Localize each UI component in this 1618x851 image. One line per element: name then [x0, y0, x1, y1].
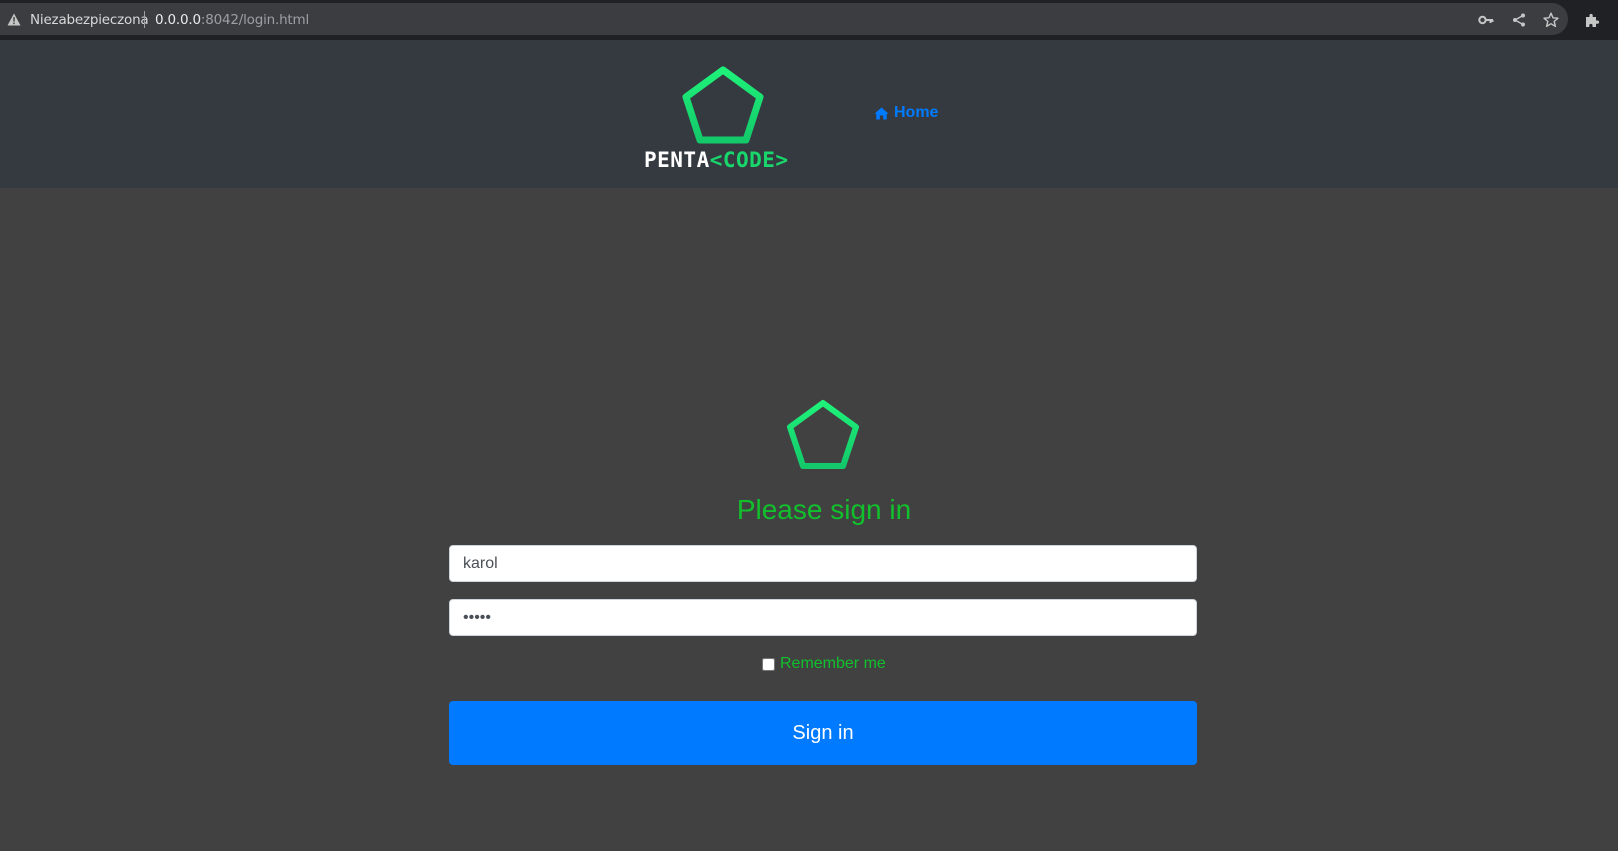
extensions-icon[interactable]: [1584, 12, 1600, 28]
logo-text: PENTA<CODE>: [644, 148, 789, 172]
address-separator: [144, 11, 145, 28]
page-title: Please sign in: [736, 494, 912, 525]
url-path: :8042/login.html: [200, 12, 310, 28]
browser-toolbar: Niezabezpieczona 0.0.0.0:8042/login.html: [0, 0, 1618, 40]
home-link-label: Home: [894, 104, 939, 121]
remember-me-option[interactable]: Remember me: [762, 655, 886, 673]
remember-me-checkbox[interactable]: [762, 657, 775, 671]
form-pentagon-icon: [787, 400, 859, 469]
username-input[interactable]: [449, 545, 1197, 582]
logo-text-code: <CODE>: [709, 148, 789, 172]
pentacode-logo[interactable]: PENTA<CODE>: [640, 64, 810, 182]
password-input[interactable]: [449, 599, 1197, 636]
url-host: 0.0.0.0: [155, 12, 201, 28]
logo-text-penta: PENTA: [644, 148, 710, 172]
remember-me-label[interactable]: Remember me: [780, 655, 886, 673]
home-nav-link[interactable]: Home: [874, 104, 938, 122]
warning-icon[interactable]: [7, 13, 21, 26]
home-icon: [874, 106, 889, 120]
key-icon[interactable]: [1478, 12, 1494, 28]
security-status-label[interactable]: Niezabezpieczona: [30, 12, 149, 28]
url-text[interactable]: 0.0.0.0:8042/login.html: [155, 12, 309, 28]
share-icon[interactable]: [1511, 12, 1527, 28]
address-bar[interactable]: Niezabezpieczona 0.0.0.0:8042/login.html: [0, 3, 1568, 35]
pentagon-logo-icon: [682, 66, 764, 144]
star-icon[interactable]: [1543, 12, 1559, 28]
sign-in-button[interactable]: Sign in: [449, 701, 1197, 765]
site-header: PENTA<CODE> Home: [0, 40, 1618, 188]
